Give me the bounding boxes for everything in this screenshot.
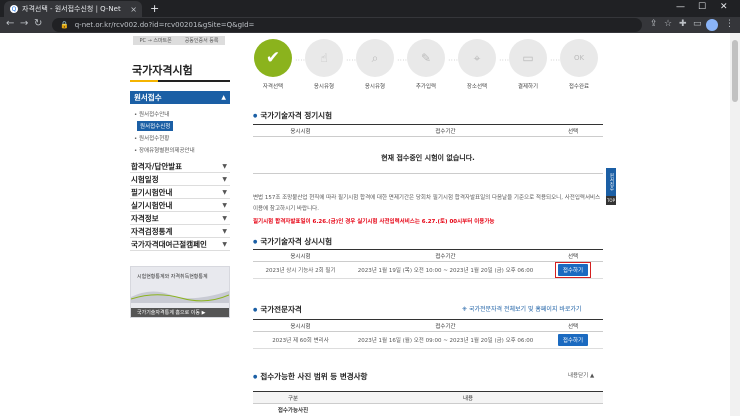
- step-type2: ⌕ 응시유형: [355, 39, 395, 90]
- top-button[interactable]: TOP: [606, 196, 616, 205]
- chevron-down-icon: ▼: [222, 215, 227, 222]
- collapse-toggle[interactable]: 내용닫기 ▲: [568, 371, 594, 379]
- page-content: PC → 스마트폰 공동인증서 등록 국가자격시험 원서접수 ▲ • 원서접수안…: [0, 33, 740, 416]
- minimize-icon[interactable]: —: [676, 2, 685, 12]
- sidebar-item-results[interactable]: 합격자/답안발표 ▼: [130, 161, 230, 173]
- pc-to-mobile-button[interactable]: PC → 스마트폰: [139, 37, 171, 44]
- hand-icon: ☝: [305, 39, 343, 77]
- row-label: 접수가능사진: [277, 408, 309, 414]
- sidebar-divider: [130, 80, 230, 82]
- chevron-down-icon: ▼: [222, 228, 227, 235]
- check-icon: ✔: [254, 39, 292, 77]
- apply-button[interactable]: 접수하기: [557, 264, 589, 276]
- step-select: ✔ 자격선택: [253, 39, 293, 90]
- chevron-up-icon: ▲: [221, 94, 226, 101]
- back-icon[interactable]: ←: [6, 18, 14, 29]
- url-text: q-net.or.kr/rcv002.do?id=rcv00201&gSite=…: [74, 21, 255, 29]
- step-location: ⌖ 장소선택: [457, 39, 497, 90]
- banner-button[interactable]: 국가기술자격통계 홈으로 이동 ▶: [131, 308, 229, 317]
- close-window-icon[interactable]: ✕: [720, 2, 728, 12]
- regular-table: 응시시험 접수기간 선택: [253, 124, 603, 137]
- subitem-apply[interactable]: 원서접수신청: [137, 121, 174, 131]
- pencil-icon: ✎: [407, 39, 445, 77]
- profile-avatar[interactable]: [706, 19, 718, 31]
- tab-title: 자격선택 - 원서접수신청 | Q-Net: [22, 5, 121, 13]
- chevron-down-icon: ▼: [222, 202, 227, 209]
- step-complete: OK 접수완료: [559, 39, 599, 90]
- step-type: ☝ 응시유형: [304, 39, 344, 90]
- professional-table: 응시시험 접수기간 선택 2023년 제 60회 변리사 2023년 1월 16…: [253, 319, 603, 349]
- chevron-down-icon: ▼: [222, 163, 227, 170]
- search-icon: ⌕: [356, 39, 394, 77]
- step-payment: ▭ 결제하기: [508, 39, 548, 90]
- maximize-icon[interactable]: ☐: [698, 2, 706, 12]
- regular-red-note: 필기시험 합격자발표일이 6.26.(금)인 경우 실기시험 사전입력서비스는 …: [253, 219, 495, 225]
- banner-text: 시험현황통계와 자격취득현황통계: [137, 274, 208, 280]
- close-tab-icon[interactable]: ×: [130, 5, 137, 14]
- professional-view-all-link[interactable]: 국가전문자격 전체보기 및 홈페이지 바로가기: [462, 304, 582, 313]
- chevron-down-icon: ▼: [222, 176, 227, 183]
- login-buttons[interactable]: PC → 스마트폰 공동인증서 등록: [133, 36, 225, 45]
- address-bar[interactable]: 🔒 q-net.or.kr/rcv002.do?id=rcv00201&gSit…: [52, 18, 642, 32]
- regular-note: 변법 157조 조망불산업 현직에 따라 필기시험 합격에 대한 면제기간은 당…: [253, 195, 601, 212]
- browser-tab[interactable]: Q 자격선택 - 원서접수신청 | Q-Net ×: [4, 1, 142, 17]
- stats-banner[interactable]: 시험현황통계와 자격취득현황통계 국가기술자격통계 홈으로 이동 ▶: [130, 266, 230, 318]
- sidebar-item-written[interactable]: 필기시험안내 ▼: [130, 187, 230, 199]
- chevron-down-icon: ▼: [222, 189, 227, 196]
- browser-toolbar: ← → ↻ 🔒 q-net.or.kr/rcv002.do?id=rcv0020…: [0, 17, 740, 33]
- sidebar-item-qualification[interactable]: 자격정보 ▼: [130, 213, 230, 225]
- sidepanel-icon[interactable]: ▭: [693, 19, 702, 29]
- forward-icon[interactable]: →: [20, 18, 28, 29]
- apply-button-highlight: 접수하기: [554, 262, 592, 278]
- subitem-status[interactable]: • 원서접수현황: [134, 134, 169, 142]
- always-table: 응시시험 접수기간 선택 2023년 상시 기능사 2회 필기 2023년 1월…: [253, 249, 603, 279]
- sidebar-item-practical[interactable]: 실기시험안내 ▼: [130, 200, 230, 212]
- reload-icon[interactable]: ↻: [34, 18, 42, 29]
- photo-table: 구분 내용 접수가능사진: [253, 391, 603, 416]
- sidebar-title: 국가자격시험: [132, 64, 193, 77]
- menu-icon[interactable]: ⋮: [725, 19, 734, 29]
- cert-register-button[interactable]: 공동인증서 등록: [185, 37, 219, 44]
- empty-message: 현재 접수중인 시험이 없습니다.: [253, 143, 603, 174]
- photo-section-title: 접수가능한 사진 범위 등 변경사항: [253, 371, 367, 382]
- lock-icon: 🔒: [60, 21, 69, 29]
- subitem-accessibility[interactable]: • 장애유형별편의제공안내: [134, 146, 195, 154]
- extensions-icon[interactable]: ✚: [679, 19, 687, 29]
- always-section-title: 국가기술자격 상시시험: [253, 236, 332, 247]
- apply-button[interactable]: 접수하기: [557, 334, 589, 346]
- wallet-icon: ▭: [509, 39, 547, 77]
- qnet-favicon-icon: Q: [10, 5, 18, 13]
- sidebar-item-campaign[interactable]: 국가자격대여근절캠페인 ▼: [130, 239, 230, 251]
- sidebar-item-statistics[interactable]: 자격검정통계 ▼: [130, 226, 230, 238]
- regular-section-title: 국가기술자격 정기시험: [253, 110, 332, 121]
- table-row: 2023년 제 60회 변리사 2023년 1월 16일 (월) 오전 09:0…: [253, 332, 603, 349]
- star-icon[interactable]: ☆: [664, 19, 672, 29]
- table-row: 2023년 상시 기능사 2회 필기 2023년 1월 19일 (목) 오전 1…: [253, 262, 603, 279]
- chevron-down-icon: ▼: [222, 241, 227, 248]
- float-apply-button[interactable]: 원서접수: [606, 168, 616, 196]
- browser-tab-strip: Q 자격선택 - 원서접수신청 | Q-Net × + — ☐ ✕: [0, 0, 740, 17]
- subitem-guide[interactable]: • 원서접수안내: [134, 110, 169, 118]
- scrollbar-thumb[interactable]: [732, 40, 738, 102]
- banner-wave-graphic: [131, 291, 229, 303]
- sidebar-item-schedule[interactable]: 시험일정 ▼: [130, 174, 230, 186]
- share-icon[interactable]: ⇪: [650, 19, 658, 29]
- professional-section-title: 국가전문자격: [253, 304, 301, 315]
- location-icon: ⌖: [458, 39, 496, 77]
- step-input: ✎ 추가입력: [406, 39, 446, 90]
- sidebar-item-application[interactable]: 원서접수 ▲: [130, 91, 230, 104]
- ok-icon: OK: [560, 39, 598, 77]
- new-tab-button[interactable]: +: [150, 2, 159, 15]
